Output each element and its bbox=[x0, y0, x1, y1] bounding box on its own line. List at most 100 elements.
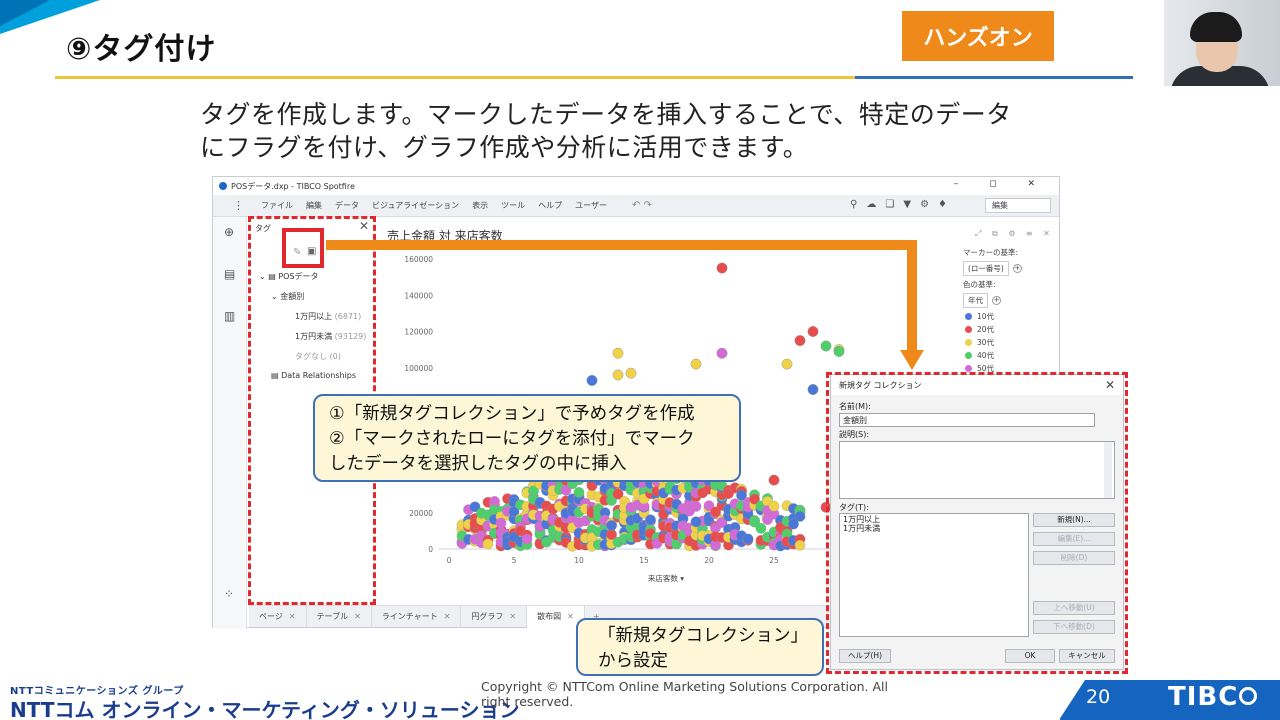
y-tick-label: 100000 bbox=[404, 364, 433, 373]
scatter-point bbox=[586, 375, 598, 386]
corner-decoration-inner bbox=[0, 0, 50, 26]
y-tick-label: 140000 bbox=[404, 291, 433, 300]
x-axis-label: 来店客数 ▾ bbox=[648, 573, 684, 583]
scatter-point bbox=[716, 347, 728, 359]
scatter-point bbox=[807, 384, 819, 395]
menubar: ⋮ ファイル 編集 データ ビジュアライゼーション 表示 ツール ヘルプ ユーザ… bbox=[213, 195, 1059, 217]
menu-visualization[interactable]: ビジュアライゼーション bbox=[372, 200, 459, 211]
tab-page[interactable]: ページ ✕ bbox=[249, 605, 307, 628]
dialog-callout-line-1: 「新規タグコレクション」 bbox=[598, 626, 808, 646]
x-tick-label: 20 bbox=[704, 556, 714, 565]
scatter-point bbox=[807, 326, 819, 337]
cluster-point bbox=[645, 514, 656, 526]
cluster-point bbox=[690, 501, 702, 512]
recommendations-icon[interactable]: ☁ bbox=[866, 199, 876, 210]
callout-line-2: ②「マークされたローにタグを添付」でマーク bbox=[329, 429, 695, 449]
scatter-point bbox=[833, 346, 845, 357]
arrow-horizontal bbox=[326, 240, 916, 250]
network-icon[interactable]: ⁘ bbox=[224, 587, 234, 601]
menu-tools[interactable]: ツール bbox=[501, 200, 525, 211]
scatter-point bbox=[768, 474, 780, 486]
cluster-point bbox=[606, 520, 617, 531]
spotfire-logo-icon bbox=[219, 182, 227, 190]
y-tick-label: 0 bbox=[428, 545, 433, 554]
cluster-point bbox=[742, 533, 754, 545]
title-underline-yellow bbox=[55, 76, 855, 79]
dialog-callout-line-2: から設定 bbox=[598, 651, 668, 671]
cluster-point bbox=[521, 533, 533, 545]
kebab-menu-icon[interactable]: ⋮ bbox=[233, 199, 244, 212]
x-tick-label: 25 bbox=[769, 556, 779, 565]
search-icon[interactable]: ⚲ bbox=[850, 199, 857, 210]
arrow-vertical bbox=[907, 240, 917, 352]
toolbar-icons: ⚲ ☁ ❑ ▼ ⚙ ♦ bbox=[850, 199, 947, 210]
cluster-point bbox=[794, 511, 806, 522]
scatter-point bbox=[612, 369, 624, 381]
tibco-logo-icon bbox=[1239, 686, 1258, 705]
intro-line-2: にフラグを付け、グラフ作成や分析に活用できます。 bbox=[200, 133, 809, 162]
dialog-callout: 「新規タグコレクション」 から設定 bbox=[576, 618, 824, 676]
x-tick-label: 10 bbox=[574, 556, 584, 565]
callout-line-3: したデータを選択したタグの中に挿入 bbox=[329, 454, 627, 474]
legend-item-10[interactable]: 10代 bbox=[965, 311, 994, 322]
scatter-point bbox=[690, 516, 702, 528]
data-table-icon[interactable]: ▤ bbox=[224, 267, 235, 281]
window-titlebar: POSデータ.dxp - TIBCO Spotfire – ◻ ✕ bbox=[213, 177, 1059, 195]
ntt-company-logo: NTTコム オンライン・マーケティング・ソリューション bbox=[10, 698, 520, 720]
scatter-point bbox=[690, 358, 702, 370]
menu-edit[interactable]: 編集 bbox=[306, 200, 322, 211]
handson-badge: ハンズオン bbox=[902, 11, 1054, 61]
legend-item-20[interactable]: 20代 bbox=[965, 324, 994, 335]
intro-line-1: タグを作成します。マークしたデータを挿入することで、特定のデータ bbox=[200, 100, 1012, 129]
edit-mode-dropdown[interactable]: 編集 bbox=[985, 198, 1051, 213]
menu-user[interactable]: ユーザー bbox=[575, 200, 607, 211]
scatter-point bbox=[716, 262, 728, 274]
x-tick-label: 15 bbox=[639, 556, 649, 565]
y-tick-label: 160000 bbox=[404, 255, 433, 264]
new-collection-icon-highlight bbox=[282, 228, 324, 268]
undo-icon[interactable]: ↶ ↷ bbox=[632, 200, 652, 211]
presenter-webcam bbox=[1164, 0, 1280, 86]
plot-tools[interactable]: ⤢ ⧉ ⚙ ≡ ✕ bbox=[975, 229, 1054, 239]
x-tick-label: 0 bbox=[447, 556, 452, 565]
cluster-point bbox=[573, 487, 585, 498]
scatter-point bbox=[612, 347, 624, 359]
legend-item-30[interactable]: 30代 bbox=[965, 337, 994, 348]
scatter-point bbox=[820, 340, 832, 352]
left-rail: ⊕ ▤ ▥ ⁘ bbox=[213, 217, 247, 629]
y-tick-label: 20000 bbox=[409, 509, 433, 518]
menu-file[interactable]: ファイル bbox=[261, 200, 293, 211]
cluster-point bbox=[755, 523, 767, 534]
page-number: 20 bbox=[1086, 686, 1111, 708]
gear-icon[interactable]: ⚙ bbox=[920, 199, 929, 210]
scatter-point bbox=[781, 358, 793, 370]
intro-text: タグを作成します。マークしたデータを挿入することで、特定のデータ にフラグを付け… bbox=[200, 98, 1012, 164]
legend-item-40[interactable]: 40代 bbox=[965, 350, 994, 361]
cluster-point bbox=[768, 500, 780, 512]
slide-title: ⑨タグ付け bbox=[66, 32, 217, 67]
window-controls[interactable]: – ◻ ✕ bbox=[954, 179, 1049, 189]
tab-piechart[interactable]: 円グラフ ✕ bbox=[461, 605, 528, 628]
tab-table[interactable]: テーブル ✕ bbox=[307, 605, 372, 628]
menu-help[interactable]: ヘルプ bbox=[538, 200, 562, 211]
visualization-icon[interactable]: ▥ bbox=[224, 309, 235, 323]
scatter-point bbox=[625, 367, 637, 379]
scatter-point bbox=[794, 335, 806, 346]
filter-icon[interactable]: ▼ bbox=[903, 199, 911, 210]
notification-icon[interactable]: ♦ bbox=[938, 199, 947, 210]
bookmark-icon[interactable]: ❑ bbox=[885, 199, 894, 210]
tab-linechart[interactable]: ラインチャート ✕ bbox=[372, 605, 462, 628]
menu-data[interactable]: データ bbox=[335, 200, 359, 211]
callout-line-1: ①「新規タグコレクション」で予めタグを作成 bbox=[329, 404, 695, 424]
dialog-highlight bbox=[826, 372, 1128, 674]
legend-marker-selector[interactable]: (ロー番号) + bbox=[963, 261, 1022, 276]
cluster-point bbox=[482, 538, 494, 550]
legend-color-title: 色の基準: bbox=[963, 280, 996, 289]
legend-marker-title: マーカーの基準: bbox=[963, 248, 1019, 257]
arrow-head bbox=[900, 350, 924, 370]
x-tick-label: 5 bbox=[512, 556, 517, 565]
menu-view[interactable]: 表示 bbox=[472, 200, 488, 211]
add-icon[interactable]: ⊕ bbox=[224, 225, 234, 239]
title-underline-blue bbox=[855, 76, 1133, 79]
legend-color-selector[interactable]: 年代 + bbox=[963, 293, 1001, 308]
